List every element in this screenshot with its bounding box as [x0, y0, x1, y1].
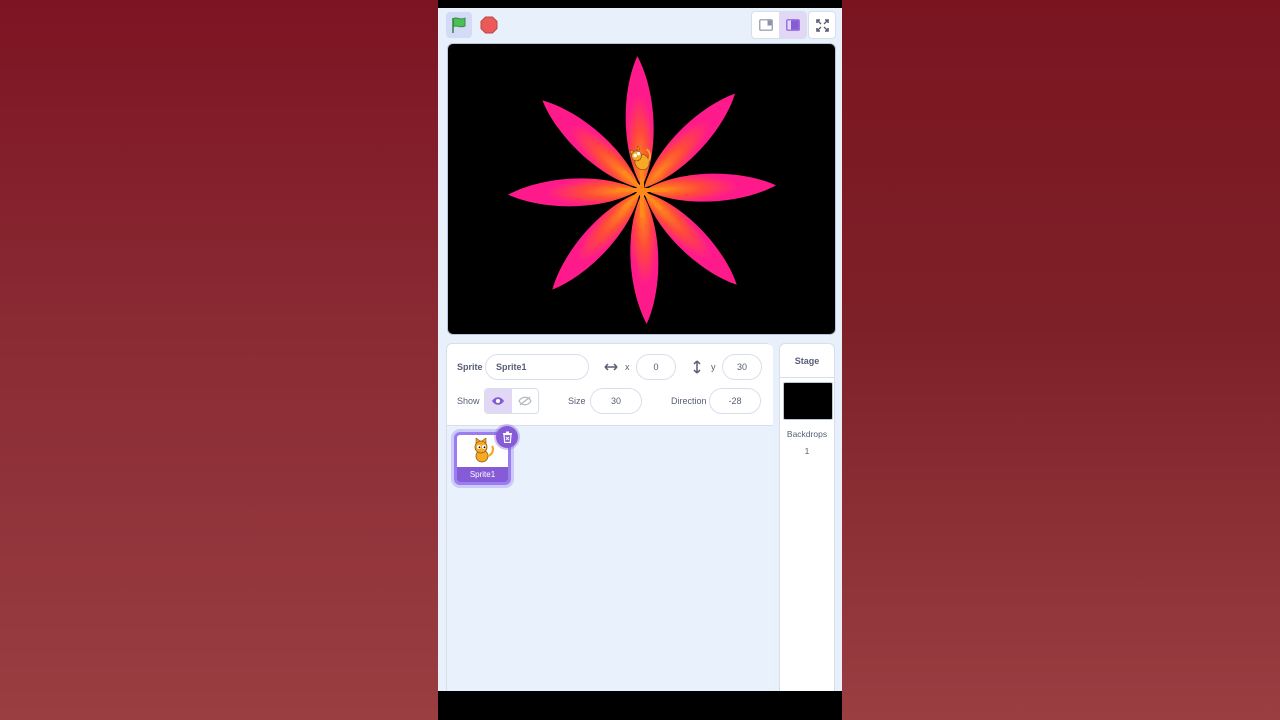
size-label: Size: [568, 396, 586, 406]
y-label: y: [711, 362, 716, 372]
backdrops-label: Backdrops: [786, 429, 828, 439]
backdrops-count: 1: [804, 446, 810, 456]
stage-size-toggle: [751, 11, 807, 39]
stage-canvas[interactable]: [447, 43, 836, 335]
normal-stage-button[interactable]: [779, 12, 806, 38]
show-toggle: [484, 388, 539, 414]
direction-input[interactable]: -28: [709, 388, 761, 414]
sprite-tile-label: Sprite1: [457, 467, 508, 482]
eye-icon: [492, 397, 505, 405]
green-flag-icon: [452, 17, 466, 33]
bottom-bar: [438, 691, 842, 720]
x-label: x: [625, 362, 630, 372]
size-input[interactable]: 30: [590, 388, 642, 414]
sprite-name-input[interactable]: Sprite1: [485, 354, 589, 380]
background-right: [842, 0, 1280, 720]
sprite-info: Sprite Sprite1 x 0 y 30 Show Size 30 Dir…: [447, 344, 773, 426]
flower-drawing: [508, 56, 776, 324]
stop-sign-icon: [480, 16, 498, 34]
stage-thumbnail[interactable]: [783, 382, 833, 420]
sprite-label: Sprite: [457, 362, 483, 372]
cat-sprite-thumbnail: [474, 438, 495, 463]
fullscreen-button[interactable]: [808, 11, 836, 39]
normal-stage-icon: [785, 19, 800, 31]
x-input[interactable]: 0: [636, 354, 676, 380]
y-input[interactable]: 30: [722, 354, 762, 380]
sprite-list: Sprite1: [447, 426, 773, 694]
stop-button[interactable]: [476, 12, 502, 38]
y-position-icon: [693, 360, 701, 374]
stage-toolbar: [438, 8, 842, 43]
fullscreen-icon: [815, 18, 829, 32]
stage-selector-panel[interactable]: Stage Backdrops 1: [779, 343, 835, 693]
green-flag-button[interactable]: [446, 12, 472, 38]
eye-hidden-icon: [518, 396, 532, 406]
stage-title: Stage: [780, 344, 834, 378]
top-bar: [438, 0, 842, 8]
trash-icon: [502, 431, 512, 443]
small-stage-button[interactable]: [752, 12, 779, 38]
small-stage-icon: [758, 19, 773, 31]
delete-sprite-button[interactable]: [496, 426, 518, 448]
show-label: Show: [457, 396, 480, 406]
sprite-info-panel: Sprite Sprite1 x 0 y 30 Show Size 30 Dir…: [446, 343, 773, 694]
background-left: [0, 0, 438, 720]
direction-label: Direction: [671, 396, 707, 406]
x-position-icon: [604, 363, 618, 371]
show-hidden-button[interactable]: [512, 389, 539, 413]
scratch-editor: Sprite Sprite1 x 0 y 30 Show Size 30 Dir…: [438, 0, 842, 720]
show-visible-button[interactable]: [485, 389, 512, 413]
